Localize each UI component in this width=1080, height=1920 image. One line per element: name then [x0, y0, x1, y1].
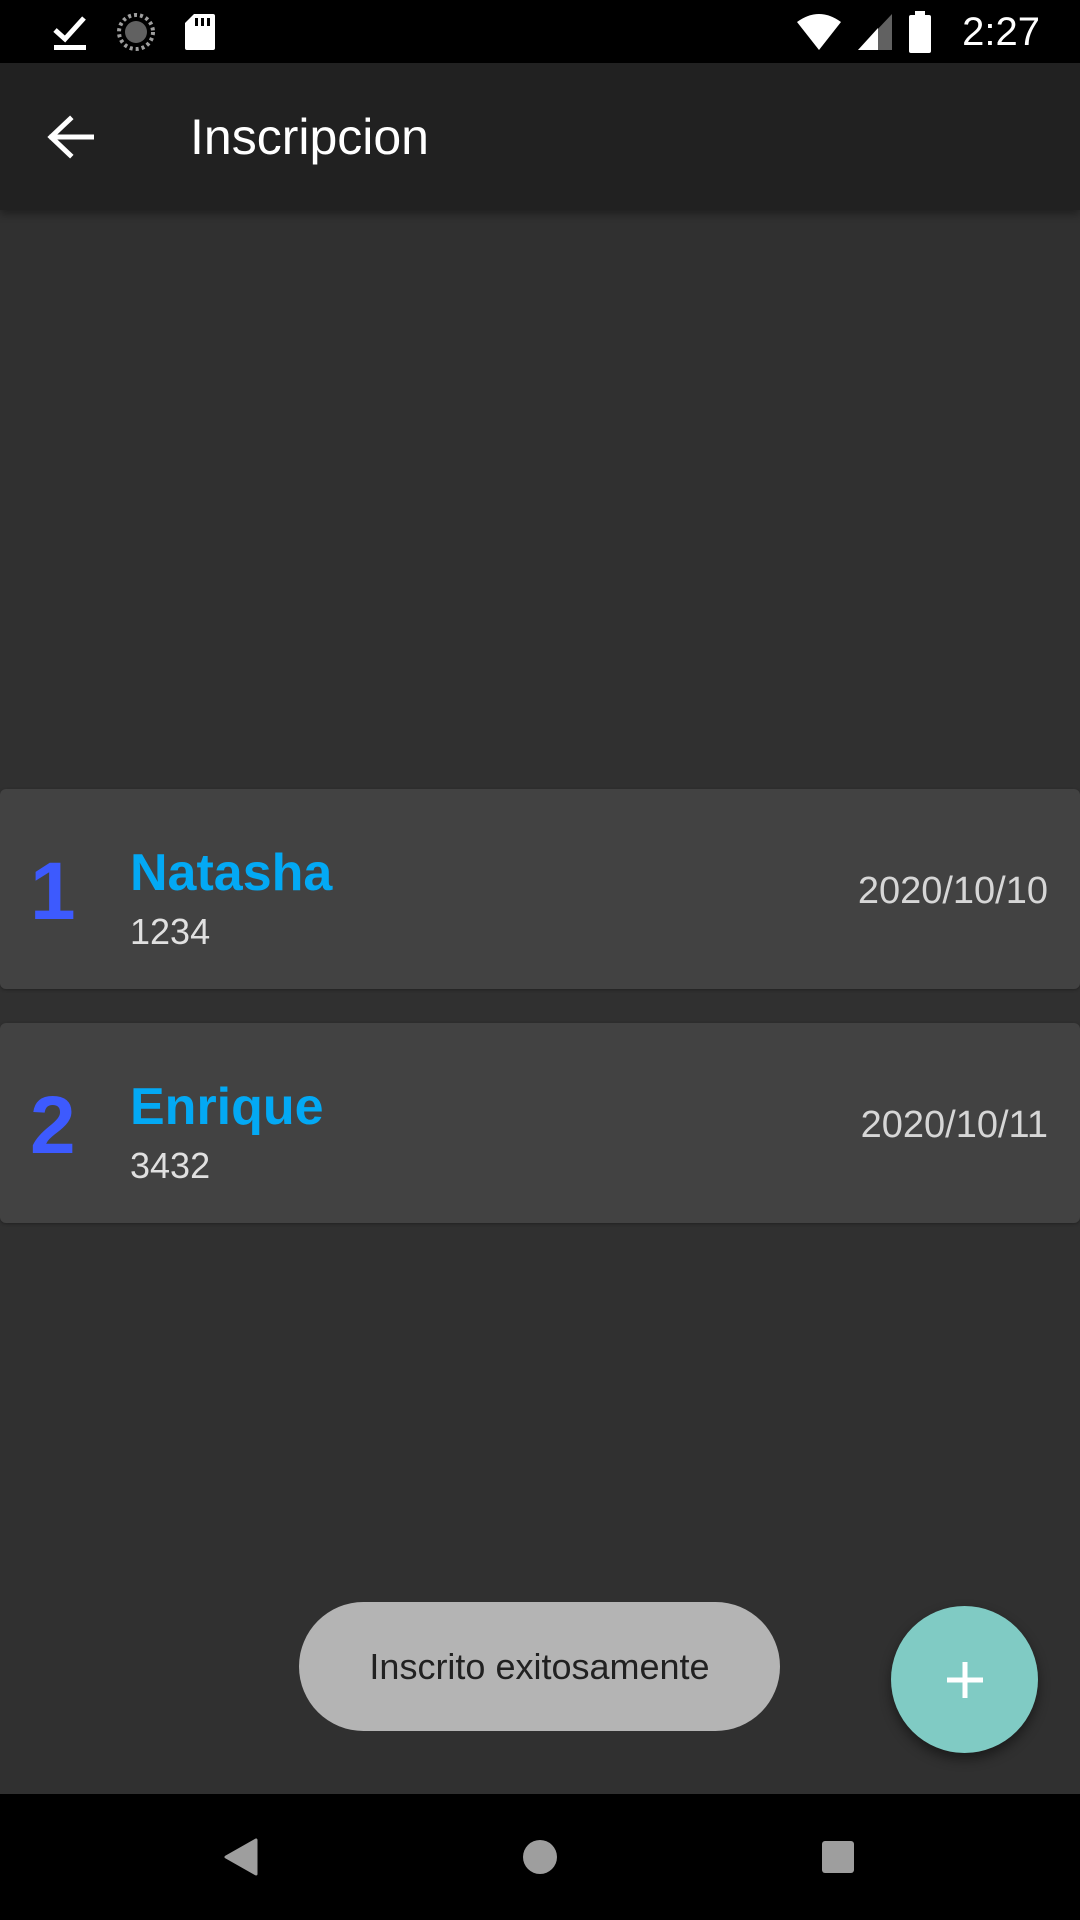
list-item[interactable]: 1 Natasha 1234 2020/10/10: [0, 789, 1080, 989]
add-inscription-button[interactable]: [891, 1606, 1038, 1753]
item-number: 1: [30, 846, 76, 937]
wifi-icon: [797, 14, 842, 50]
status-bar: 2:27: [0, 0, 1080, 63]
item-number: 2: [30, 1080, 76, 1171]
app-bar: Inscripcion: [0, 63, 1080, 210]
list-item[interactable]: 2 Enrique 3432 2020/10/11: [0, 1023, 1080, 1223]
sync-progress-icon: [117, 13, 155, 51]
item-date: 2020/10/10: [857, 870, 1048, 912]
recents-square-icon: [822, 1841, 854, 1873]
back-button[interactable]: [38, 105, 102, 169]
item-name: Enrique: [130, 1078, 324, 1136]
status-bar-system: 2:27: [796, 8, 1040, 56]
sd-card-icon: [185, 14, 215, 50]
toast-message: Inscrito exitosamente: [299, 1602, 780, 1731]
cell-signal-icon: [858, 14, 893, 50]
nav-home-button[interactable]: [505, 1822, 575, 1892]
item-code: 3432: [130, 1145, 211, 1186]
inscription-list: 1 Natasha 1234 2020/10/10 2 Enrique 3432…: [0, 789, 1080, 1257]
page-title: Inscripcion: [190, 109, 429, 165]
home-circle-icon: [523, 1840, 557, 1874]
back-triangle-icon: [224, 1838, 258, 1876]
navigation-bar: [0, 1794, 1080, 1920]
nav-recents-button[interactable]: [803, 1822, 873, 1892]
status-bar-notifications: [52, 10, 216, 54]
nav-back-button[interactable]: [206, 1822, 276, 1892]
battery-icon: [909, 11, 932, 53]
plus-icon: [946, 1661, 983, 1698]
arrow-back-icon: [47, 115, 94, 159]
item-name: Natasha: [130, 844, 333, 902]
item-code: 1234: [130, 911, 211, 952]
check-icon: [53, 16, 86, 50]
status-clock: 2:27: [962, 9, 1040, 54]
item-date: 2020/10/11: [860, 1104, 1048, 1146]
